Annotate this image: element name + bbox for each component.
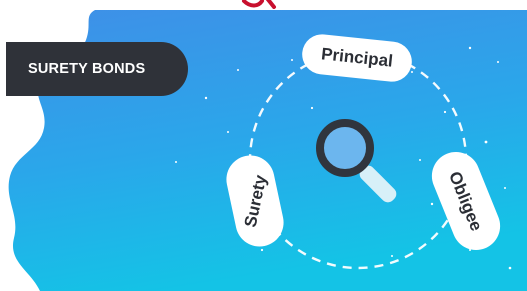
surety-bonds-badge: SURETY BONDS bbox=[6, 42, 188, 96]
cropped-header-fragment bbox=[242, 0, 276, 9]
surety-bonds-illustration: Principal Obligee Surety SURETY BONDS bbox=[0, 0, 527, 291]
badge-label: SURETY BONDS bbox=[28, 61, 146, 77]
